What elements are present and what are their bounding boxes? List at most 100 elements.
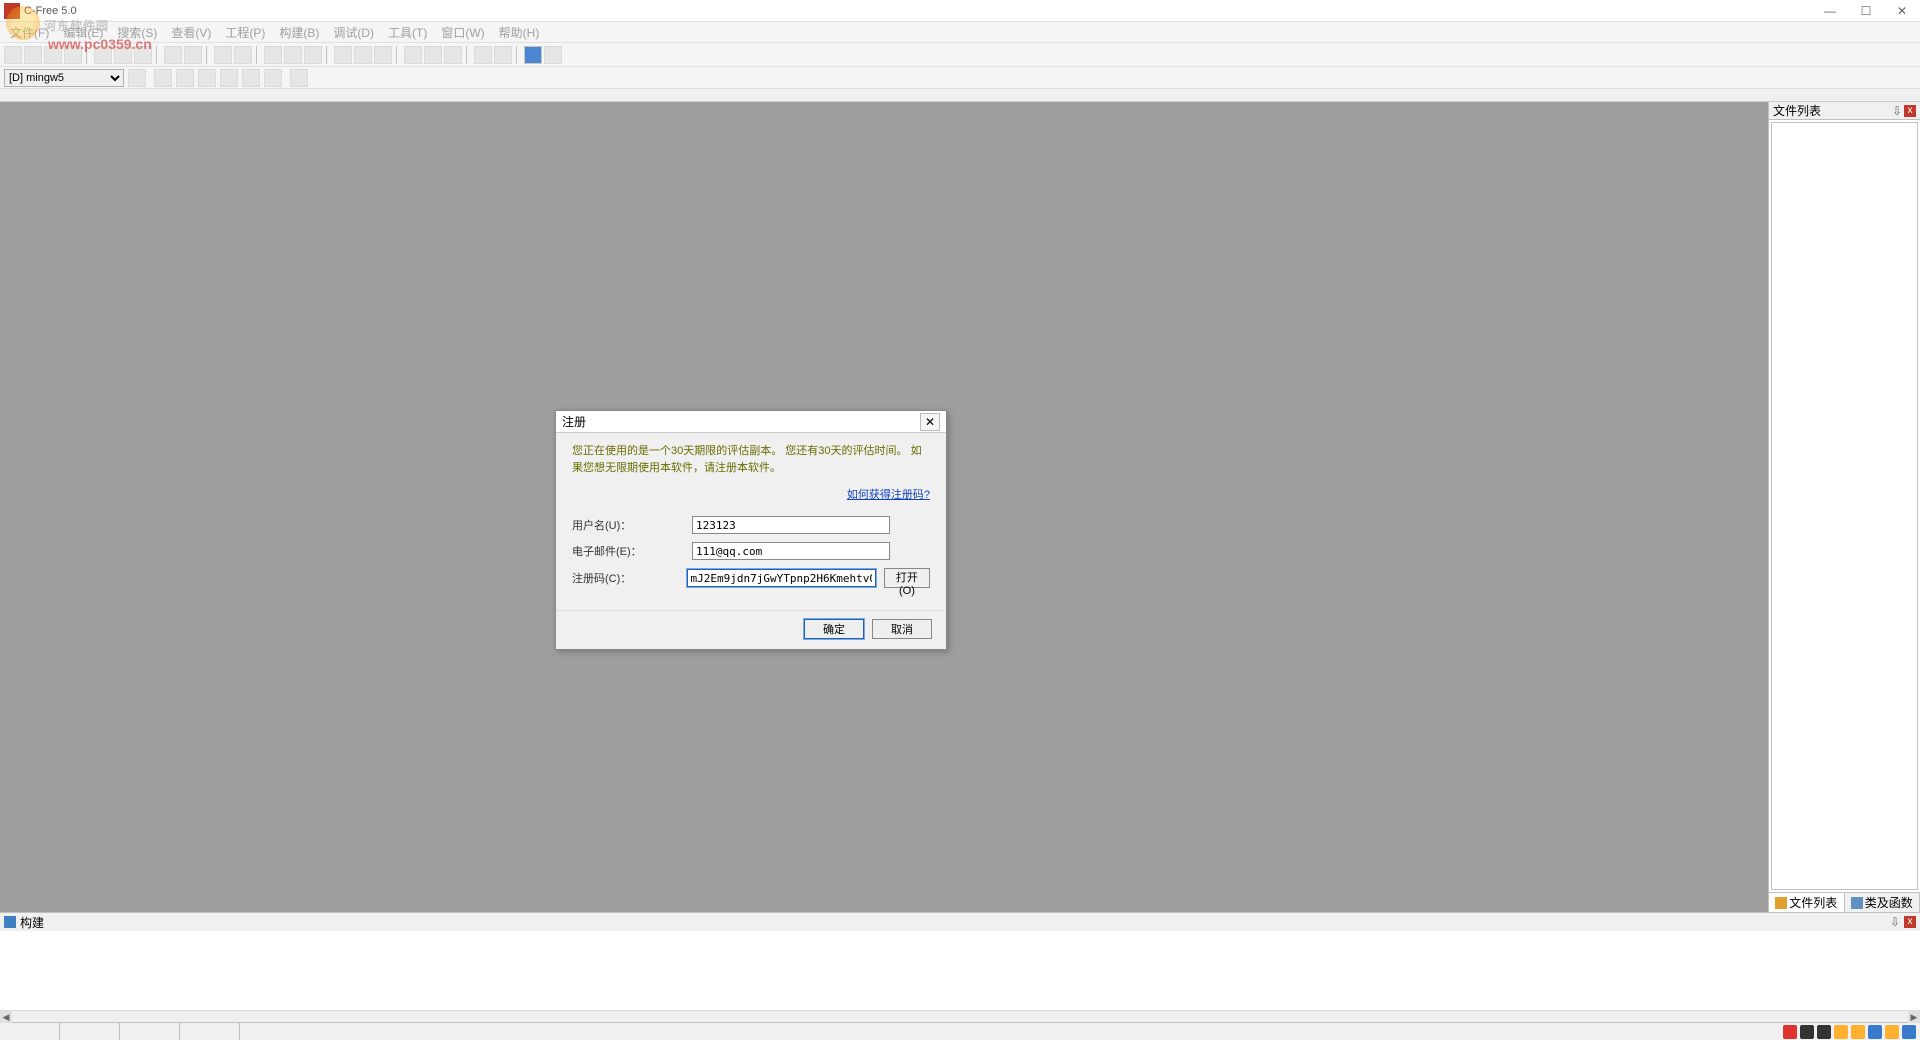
debug-start-icon[interactable] [154,69,172,87]
side-panel-title: 文件列表 [1773,102,1821,119]
debug-stop-icon[interactable] [198,69,216,87]
toolbar-build-icon[interactable] [284,46,302,64]
debug-breakpoint-icon[interactable] [290,69,308,87]
build-close-button[interactable]: x [1904,916,1916,928]
toolbar-undo-icon[interactable] [164,46,182,64]
pin-icon[interactable]: ⇩ [1890,915,1902,929]
toolbar-new-icon[interactable] [4,46,22,64]
toolbar-bookmark-next-icon[interactable] [424,46,442,64]
toolbar-debug-icon[interactable] [354,46,372,64]
window-maximize-button[interactable]: ☐ [1848,0,1884,22]
toolbar-paste-icon[interactable] [134,46,152,64]
toolbar-outdent-icon[interactable] [494,46,512,64]
status-cell-4 [180,1023,240,1040]
status-cell-3 [120,1023,180,1040]
menu-window[interactable]: 窗口(W) [435,22,490,43]
toolbar-open-icon[interactable] [24,46,42,64]
regcode-input[interactable] [687,569,876,587]
toolbar-separator [256,46,260,64]
debug-stepin-icon[interactable] [242,69,260,87]
tray-face-icon[interactable] [1851,1025,1865,1039]
tab-class-func[interactable]: 类及函数 [1845,893,1920,912]
toolbar-help-icon[interactable] [524,46,542,64]
tab-class-func-label: 类及函数 [1865,894,1913,911]
menu-build[interactable]: 构建(B) [273,22,325,43]
compiler-config-icon[interactable] [128,69,146,87]
tab-file-list-label: 文件列表 [1789,894,1837,911]
menu-tools[interactable]: 工具(T) [382,22,433,43]
debug-stepover-icon[interactable] [220,69,238,87]
open-file-button[interactable]: 打开(O) [884,568,930,588]
toolbar-redo-icon[interactable] [184,46,202,64]
howto-register-link[interactable]: 如何获得注册码? [847,489,930,501]
toolbar-separator [516,46,520,64]
email-label: 电子邮件(E)： [572,543,692,559]
email-input[interactable] [692,542,890,560]
toolbar-stop-icon[interactable] [374,46,392,64]
side-close-button[interactable]: x [1904,105,1916,117]
tray-punct-icon[interactable] [1834,1025,1848,1039]
tray-settings-icon[interactable] [1902,1025,1916,1039]
toolbar-run-icon[interactable] [334,46,352,64]
build-output-text[interactable] [0,931,1920,1010]
titlebar: C-Free 5.0 — ☐ ✕ [0,0,1920,22]
dialog-close-button[interactable]: ✕ [920,413,940,431]
menu-help[interactable]: 帮助(H) [493,22,546,43]
register-dialog: 注册 ✕ 您正在使用的是一个30天期限的评估副本。 您还有30天的评估时间。 如… [555,410,947,650]
cancel-button[interactable]: 取消 [872,619,932,639]
tray-lang-icon[interactable] [1800,1025,1814,1039]
menu-edit[interactable]: 编辑(E) [57,22,109,43]
class-icon [1851,897,1863,909]
build-output-panel: 构建 ⇩ x ◀ ▶ [0,912,1920,1022]
toolbar-bookmark-prev-icon[interactable] [444,46,462,64]
file-list-tree[interactable] [1771,122,1918,890]
window-minimize-button[interactable]: — [1812,0,1848,22]
toolbar-find-icon[interactable] [214,46,232,64]
dialog-body: 您正在使用的是一个30天期限的评估副本。 您还有30天的评估时间。 如果您想无限… [556,433,946,610]
username-input[interactable] [692,516,890,534]
build-scrollbar[interactable]: ◀ ▶ [0,1010,1920,1022]
menu-file[interactable]: 文件(F) [4,22,55,43]
menu-view[interactable]: 查看(V) [165,22,217,43]
toolbar-rebuild-icon[interactable] [304,46,322,64]
toolbar-saveall-icon[interactable] [64,46,82,64]
toolbar-separator [206,46,210,64]
system-tray [1783,1025,1920,1039]
window-title: C-Free 5.0 [24,5,1812,17]
toolbar-compile-icon[interactable] [264,46,282,64]
editor-tabstrip[interactable] [0,88,1920,102]
scroll-right-icon[interactable]: ▶ [1908,1011,1920,1023]
toolbar-replace-icon[interactable] [234,46,252,64]
toolbar-separator [156,46,160,64]
menu-search[interactable]: 搜索(S) [111,22,163,43]
tray-moon-icon[interactable] [1817,1025,1831,1039]
dialog-button-row: 确定 取消 [556,610,946,649]
toolbar-save-icon[interactable] [44,46,62,64]
toolbar-cut-icon[interactable] [94,46,112,64]
pin-icon[interactable]: ⇩ [1892,104,1904,118]
compiler-select[interactable]: [D] mingw5 [4,69,124,87]
build-panel-title: 构建 [20,914,44,931]
debug-stepout-icon[interactable] [264,69,282,87]
toolbar-indent-icon[interactable] [474,46,492,64]
toolbar-separator [86,46,90,64]
tray-keyboard-icon[interactable] [1868,1025,1882,1039]
ok-button[interactable]: 确定 [804,619,864,639]
toolbar-about-icon[interactable] [544,46,562,64]
tray-ime-icon[interactable] [1783,1025,1797,1039]
toolbar-bookmark-icon[interactable] [404,46,422,64]
dialog-message: 您正在使用的是一个30天期限的评估副本。 您还有30天的评估时间。 如果您想无限… [572,443,930,476]
dialog-titlebar[interactable]: 注册 ✕ [556,411,946,433]
status-cell-1 [0,1023,60,1040]
tray-skin-icon[interactable] [1885,1025,1899,1039]
editor-area: 注册 ✕ 您正在使用的是一个30天期限的评估副本。 您还有30天的评估时间。 如… [0,102,1768,912]
debug-pause-icon[interactable] [176,69,194,87]
tab-file-list[interactable]: 文件列表 [1769,893,1845,912]
build-icon [4,916,16,928]
menu-debug[interactable]: 调试(D) [327,22,380,43]
window-close-button[interactable]: ✕ [1884,0,1920,22]
scroll-left-icon[interactable]: ◀ [0,1011,12,1023]
toolbar-separator [396,46,400,64]
menu-project[interactable]: 工程(P) [219,22,271,43]
toolbar-copy-icon[interactable] [114,46,132,64]
